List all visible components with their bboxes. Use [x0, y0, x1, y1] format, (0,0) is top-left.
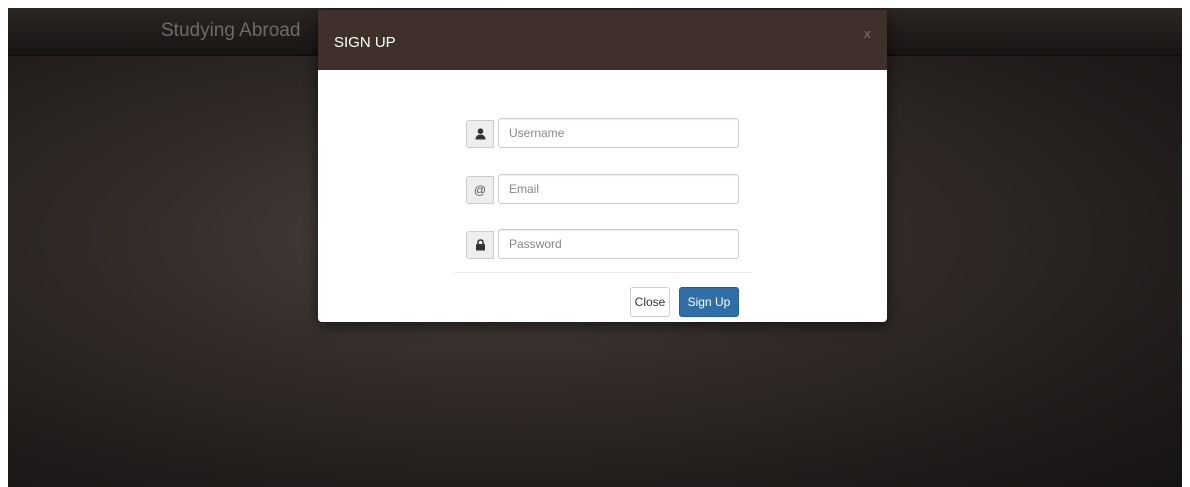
password-group	[466, 229, 739, 259]
modal-footer-divider	[455, 272, 751, 273]
modal-header: SIGN UP x	[318, 10, 887, 70]
lock-icon	[466, 231, 494, 259]
modal-close-icon[interactable]: x	[864, 26, 871, 41]
page-backdrop: Studying Abroad SIGN UP x @	[8, 8, 1182, 487]
username-group	[466, 118, 739, 148]
username-input[interactable]	[498, 118, 739, 148]
sign-up-button[interactable]: Sign Up	[679, 287, 739, 317]
signup-modal: SIGN UP x @	[318, 10, 887, 322]
at-icon: @	[466, 176, 494, 204]
email-input[interactable]	[498, 174, 739, 204]
modal-title: SIGN UP	[334, 34, 396, 51]
user-icon	[466, 120, 494, 148]
password-input[interactable]	[498, 229, 739, 259]
close-button[interactable]: Close	[630, 287, 670, 317]
email-group: @	[466, 174, 739, 204]
brand-link[interactable]: Studying Abroad	[161, 20, 300, 42]
